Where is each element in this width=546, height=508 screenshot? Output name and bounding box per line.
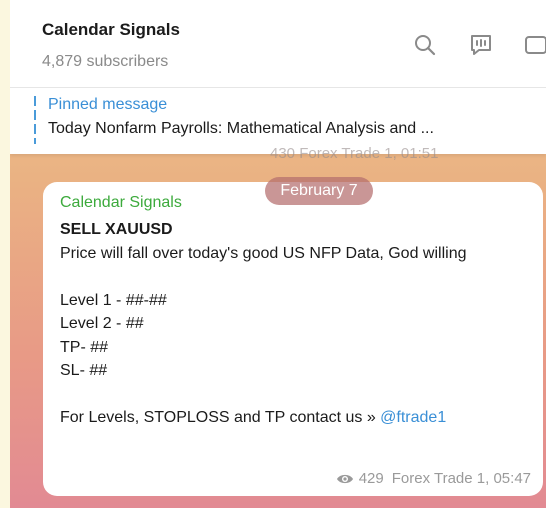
message-tp: TP- ## (60, 338, 109, 356)
views-eye-icon (336, 474, 353, 483)
search-icon[interactable] (412, 32, 438, 58)
telegram-channel-window: Calendar Signals 4,879 subscribers Pinne… (10, 0, 546, 508)
message-meta: 429 Forex Trade 1, 05:47 (336, 470, 531, 487)
pinned-text: Today Nonfarm Payrolls: Mathematical Ana… (48, 120, 434, 137)
pinned-label: Pinned message (48, 96, 168, 113)
channel-title[interactable]: Calendar Signals (42, 20, 180, 40)
message-author-time: Forex Trade 1, 05:47 (391, 470, 531, 487)
message-line: Price will fall over today's good US NFP… (60, 244, 467, 262)
message-text: SELL XAUUSD Price will fall over today's… (60, 218, 530, 430)
contact-text: For Levels, STOPLOSS and TP contact us » (60, 409, 381, 426)
message-sl: SL- ## (60, 362, 108, 379)
date-separator: February 7 (265, 177, 373, 205)
pinned-indicator (34, 96, 36, 144)
message-title: SELL XAUUSD (60, 221, 173, 238)
previous-message-meta: 430 Forex Trade 1, 01:51 (270, 145, 439, 162)
subscriber-count: 4,879 subscribers (42, 53, 169, 70)
message-level2: Level 2 - ## (60, 315, 144, 332)
contact-link[interactable]: @ftrade1 (380, 409, 446, 426)
view-count: 429 (358, 470, 384, 487)
comment-icon[interactable] (468, 32, 494, 58)
message-level1: Level 1 - ##-## (60, 291, 167, 309)
channel-header[interactable]: Calendar Signals 4,879 subscribers (10, 0, 546, 88)
message-contact: For Levels, STOPLOSS and TP contact us »… (60, 406, 530, 430)
sidebar-icon[interactable] (522, 32, 546, 58)
message-sender[interactable]: Calendar Signals (60, 194, 182, 212)
message-bubble[interactable]: Calendar Signals SELL XAUUSD Price will … (43, 182, 543, 496)
